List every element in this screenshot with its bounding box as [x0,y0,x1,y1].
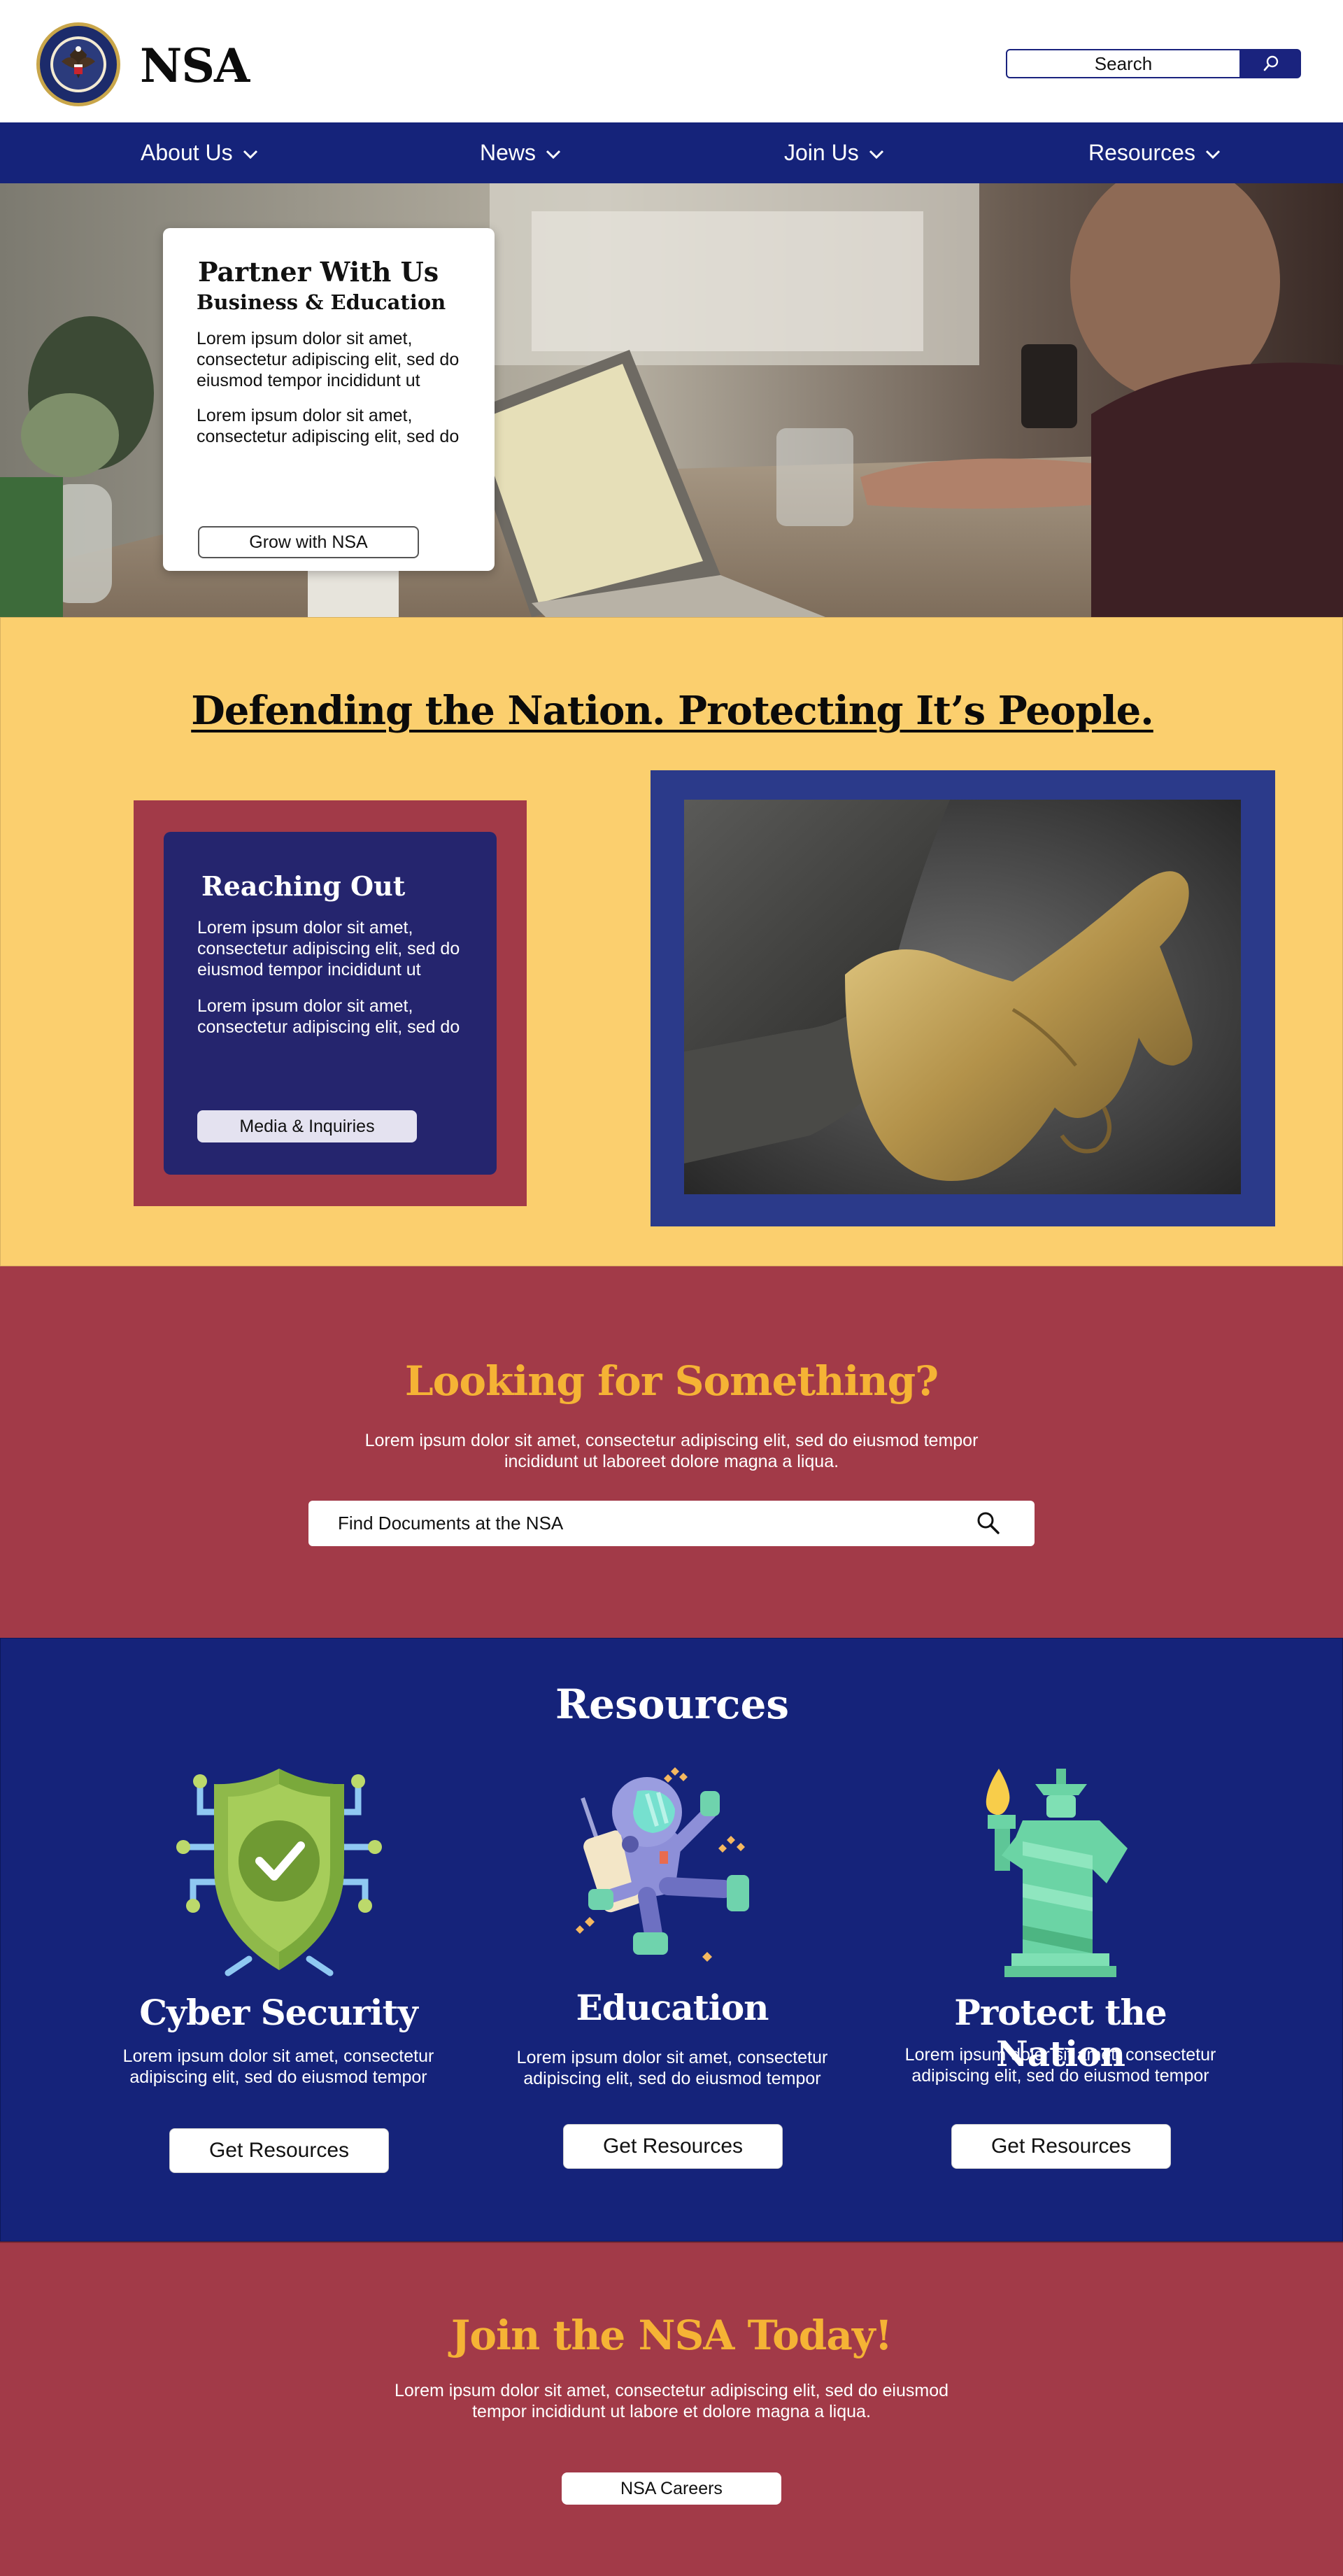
site-brand[interactable]: NSA [140,38,250,93]
find-title: Looking for Something? [404,1357,939,1405]
resource-title: Education [576,1987,769,2028]
mission-title: Defending the Nation. Protecting It’s Pe… [191,688,1154,734]
partner-card-text: Lorem ipsum dolor sit amet, consectetur … [197,329,460,390]
search-icon[interactable] [976,1510,1001,1536]
hero-section: Partner With Us Business & Education Lor… [0,183,1343,617]
join-section: Join the NSA Today! Lorem ipsum dolor si… [0,2242,1343,2576]
join-description: Lorem ipsum dolor sit amet, consectetur … [394,2381,949,2421]
find-description: Lorem ipsum dolor sit amet, consectetur … [364,1431,979,1471]
find-section: Looking for Something? Lorem ipsum dolor… [0,1266,1343,1638]
partner-card-title: Partner With Us [198,256,439,288]
shield-check-icon [176,1769,382,1976]
mission-section: Defending the Nation. Protecting It’s Pe… [0,617,1343,1266]
search-input[interactable] [1006,49,1241,78]
resource-description: Lorem ipsum dolor sit amet, consectetur … [904,2045,1216,2086]
nsa-seal-logo[interactable] [35,21,122,108]
statue-of-liberty-icon [986,1769,1128,1977]
resource-description: Lorem ipsum dolor sit amet, consectetur … [516,2048,828,2088]
reaching-out-frame: Reaching Out Lorem ipsum dolor sit amet,… [134,800,527,1206]
reaching-out-card: Reaching Out Lorem ipsum dolor sit amet,… [164,832,497,1175]
main-nav: About Us News Join Us Resources [0,122,1343,183]
astronaut-icon [576,1767,749,1962]
grow-with-nsa-button[interactable]: Grow with NSA [198,526,419,558]
nav-item-resources[interactable]: Resources [1088,122,1221,183]
resource-description: Lorem ipsum dolor sit amet, consectetur … [122,2046,434,2087]
nav-item-label: News [480,140,537,165]
nav-item-label: About Us [141,140,233,165]
reaching-out-text: Lorem ipsum dolor sit amet, consectetur … [197,918,460,979]
get-resources-button[interactable]: Get Resources [563,2124,783,2169]
resource-title: Cyber Security [139,1992,418,2033]
partner-card-text: Lorem ipsum dolor sit amet, consectetur … [197,406,460,446]
nav-item-label: Resources [1088,140,1195,165]
reaching-out-title: Reaching Out [201,870,406,902]
document-search-box [308,1501,1035,1546]
partner-card: Partner With Us Business & Education Lor… [163,228,495,571]
bronze-hand-photo [684,800,1241,1194]
media-inquiries-button[interactable]: Media & Inquiries [197,1110,417,1142]
nav-item-join-us[interactable]: Join Us [784,122,884,183]
reaching-out-text: Lorem ipsum dolor sit amet, consectetur … [197,996,460,1037]
chevron-down-icon [243,150,257,159]
search-button[interactable] [1239,49,1301,78]
document-search-input[interactable] [338,1508,939,1539]
resources-title: Resources [555,1680,790,1728]
header-search [1006,49,1301,78]
nav-item-news[interactable]: News [480,122,561,183]
resources-section: Resources Cyber Security Lorem ipsum dol… [0,1638,1343,2242]
statue-image-frame [651,770,1275,1226]
search-icon [1263,55,1279,71]
chevron-down-icon [546,150,561,159]
nsa-careers-button[interactable]: NSA Careers [562,2472,781,2505]
site-header: NSA [0,0,1343,122]
join-title: Join the NSA Today! [450,2312,893,2359]
partner-card-subtitle: Business & Education [197,290,446,314]
get-resources-button[interactable]: Get Resources [951,2124,1171,2169]
nav-item-about-us[interactable]: About Us [141,122,258,183]
chevron-down-icon [869,150,883,159]
chevron-down-icon [1205,150,1221,159]
get-resources-button[interactable]: Get Resources [169,2128,389,2173]
nav-item-label: Join Us [784,140,859,165]
